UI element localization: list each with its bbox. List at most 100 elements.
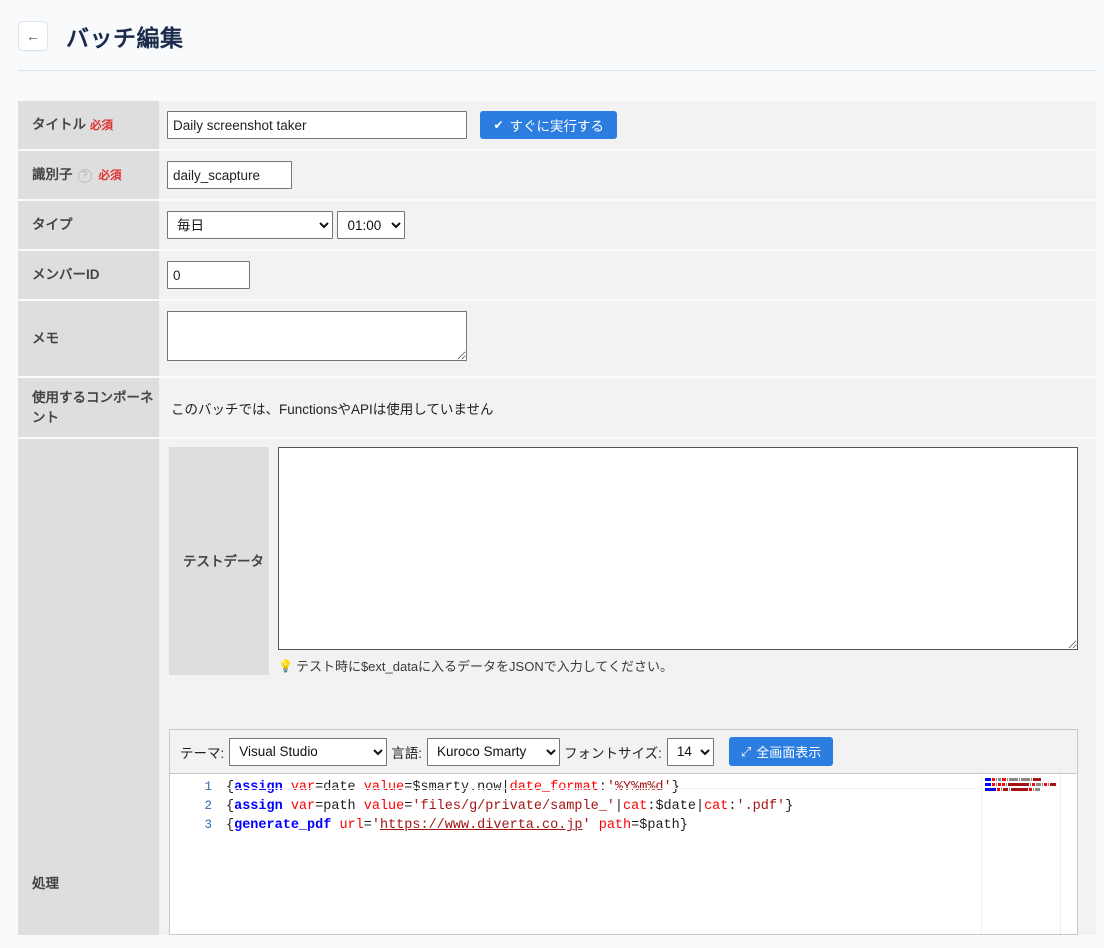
label-member-id-text: メンバーID [32,267,100,283]
minimap-token [995,783,997,787]
fontsize-select[interactable]: 14 [666,737,714,766]
run-now-button[interactable]: ✔ すぐに実行する [480,111,618,140]
form-row-process: 処理 テストデータ 💡 テスト時に$ext_dataに入るデータをJSONで入力… [18,438,1096,938]
minimap-token [1021,778,1030,782]
run-now-label: すぐに実行する [509,119,605,135]
minimap-token [1037,783,1042,787]
label-member-id: メンバーID [18,250,159,302]
minimap-token [1035,783,1037,787]
code-line[interactable]: 2 {assign var=path value='files/g/private… [170,797,1077,816]
minimap-token [992,778,995,782]
editor-body[interactable]: 1{assign var=date value=$smarty.now|date… [170,774,1077,935]
back-button[interactable]: ← [18,21,48,51]
minimap-token [1031,783,1035,787]
code-text: {generate_pdf url='https://www.diverta.c… [226,818,688,834]
schedule-type-select[interactable]: 毎日 [167,211,333,240]
minimap-token [985,788,996,792]
minimap-line [985,778,1056,782]
label-identifier: 識別子? 必須 [18,150,159,202]
minimap-line [985,788,1056,792]
minimap-token [997,788,1000,792]
minimap-token [998,778,1001,782]
minimap-token [1011,788,1028,792]
editor-ruler [226,788,981,790]
minimap-token [1001,783,1006,787]
theme-select[interactable]: Visual Studio [229,737,388,766]
editor-toolbar: テーマ: Visual Studio 言語: Kuroco Smarty フォン… [170,730,1077,775]
form-row-components: 使用するコンポーネント このバッチでは、FunctionsやAPIは使用していま… [18,377,1096,440]
memo-textarea[interactable] [167,311,467,362]
minimap-token [991,783,995,787]
fontsize-label: フォントサイズ: [564,745,662,761]
minimap-token [1035,788,1040,792]
minimap-token [1048,783,1050,787]
components-note: このバッチでは、FunctionsやAPIは使用していません [171,401,494,417]
line-number: 1 [204,780,212,795]
minimap-token [1044,783,1048,787]
editor-scrollbar[interactable] [1060,774,1077,935]
expand-icon: ⤢ [740,743,752,759]
label-testdata: テストデータ [169,447,269,676]
testdata-hint: 💡 テスト時に$ext_dataに入るデータをJSONで入力してください。 [278,656,1086,675]
page-title: バッチ編集 [66,25,184,51]
required-badge-title: 必須 [90,120,113,133]
fullscreen-button[interactable]: ⤢ 全画面表示 [728,737,834,767]
label-title: タイトル 必須 [18,101,159,152]
language-select[interactable]: Kuroco Smarty [427,737,561,766]
testdata-hint-text: テスト時に$ext_dataに入るデータをJSONで入力してください。 [295,659,673,675]
minimap-token [1042,783,1044,787]
schedule-time-select[interactable]: 01:00 [337,211,406,240]
minimap-token [1031,778,1032,782]
required-badge-identifier: 必須 [98,170,122,183]
line-number: 3 [204,818,212,833]
form-row-member-id: メンバーID [18,250,1096,302]
title-input[interactable] [167,111,467,139]
minimap-token [1029,788,1032,792]
minimap-token [1009,778,1018,782]
cell-components: このバッチでは、FunctionsやAPIは使用していません [159,377,1096,440]
minimap-token [985,783,991,787]
identifier-input[interactable] [167,161,292,190]
minimap-token [1003,788,1008,792]
label-process: 処理 [18,438,159,938]
label-type-text: タイプ [32,217,73,233]
minimap-token [1002,778,1006,782]
label-title-text: タイトル [32,117,86,133]
check-icon: ✔ [493,118,504,133]
minimap-token [996,778,997,782]
testdata-textarea[interactable] [278,447,1078,651]
minimap-token [1029,783,1031,787]
member-id-input[interactable] [167,261,250,290]
code-line[interactable]: 3 {generate_pdf url='https://www.diverta.… [170,816,1077,835]
testdata-section: テストデータ 💡 テスト時に$ext_dataに入るデータをJSONで入力してく… [159,439,1096,687]
minimap-line [985,783,1056,787]
batch-edit-form: タイトル必須 ✔ すぐに実行する 識別子? 必須 タイプ [18,101,1096,938]
minimap-token [1033,788,1034,792]
cell-title: ✔ すぐに実行する [159,101,1096,152]
label-components-text: 使用するコンポーネント [32,390,154,425]
minimap-token [1019,778,1020,782]
cell-type: 毎日 01:00 [159,200,1096,252]
form-row-memo: メモ [18,300,1096,379]
minimap-token [1009,788,1010,792]
minimap-token [985,778,991,782]
form-row-type: タイプ 毎日 01:00 [18,200,1096,252]
cell-process: テストデータ 💡 テスト時に$ext_dataに入るデータをJSONで入力してく… [159,438,1096,938]
label-components: 使用するコンポーネント [18,377,159,440]
code-text: {assign var=path value='files/g/private/… [226,799,794,815]
language-label: 言語: [391,745,423,761]
label-memo-text: メモ [32,330,59,346]
cell-memo [159,300,1096,379]
theme-label: テーマ: [180,745,225,761]
minimap-token [1050,783,1056,787]
editor-minimap[interactable] [981,774,1059,935]
back-arrow-icon: ← [26,28,40,44]
help-icon[interactable]: ? [77,168,92,183]
cell-member-id [159,250,1096,302]
minimap-token [1006,783,1008,787]
code-lines[interactable]: 1{assign var=date value=$smarty.now|date… [170,774,1077,835]
label-type: タイプ [18,200,159,252]
minimap-token [1008,783,1029,787]
line-number: 2 [204,799,212,814]
minimap-token [997,783,1001,787]
